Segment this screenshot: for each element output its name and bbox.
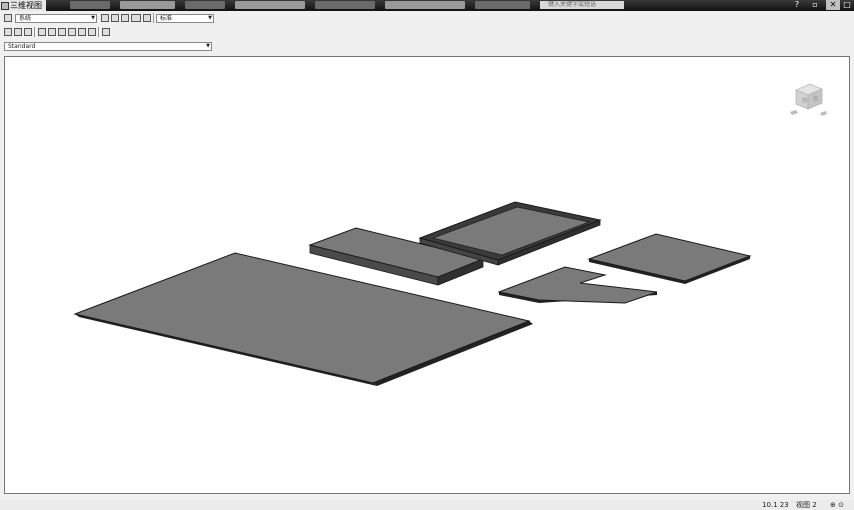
visual-style-combo[interactable]: Standard ▼	[4, 42, 212, 51]
taskbar-slot[interactable]	[70, 1, 110, 9]
chevron-down-icon: ▼	[206, 43, 210, 49]
slab-square[interactable]	[587, 233, 752, 284]
chevron-down-icon: ▼	[91, 15, 95, 21]
rotate-icon[interactable]	[101, 14, 109, 22]
model-canvas	[73, 201, 752, 386]
export-icon[interactable]	[24, 28, 32, 36]
toolbar-row-2	[0, 26, 854, 39]
title-bar: 三维视图 键入关键字或短语 ? ▫ ✕ □	[0, 0, 854, 11]
save-icon[interactable]	[4, 14, 12, 22]
copy-view-icon[interactable]	[14, 28, 22, 36]
zoom-previous-icon[interactable]	[78, 28, 86, 36]
status-bar: 10.1 23 视图 2 ⊕ ⊙	[0, 500, 854, 510]
viewcube-icon[interactable]: 前 右	[788, 80, 828, 120]
coordinate-readout: 10.1 23	[762, 501, 789, 509]
zoom-all-icon[interactable]	[88, 28, 96, 36]
app-icon	[1, 2, 9, 10]
orbit-icon[interactable]	[102, 28, 110, 36]
toolbar-row-3: Standard ▼	[0, 40, 854, 53]
zoom-extents-icon[interactable]	[68, 28, 76, 36]
zoom-icon[interactable]	[111, 14, 119, 22]
window-title: 三维视图	[10, 1, 42, 10]
system-combo-value: 系统	[19, 15, 32, 22]
separator	[153, 13, 154, 23]
toolbar-row-1: 系统 ▼ 标准 ▼	[0, 12, 854, 25]
taskbar-slot[interactable]	[475, 1, 530, 9]
3d-viewport[interactable]	[4, 56, 850, 494]
style-combo-top-value: 标准	[160, 15, 173, 22]
system-combo[interactable]: 系统 ▼	[15, 14, 97, 23]
zoom-out-icon[interactable]	[48, 28, 56, 36]
new-view-icon[interactable]	[4, 28, 12, 36]
visual-style-value: Standard	[8, 43, 36, 50]
taskbar-slot[interactable]	[120, 1, 175, 9]
taskbar-slot[interactable]	[185, 1, 225, 9]
style-combo-top[interactable]: 标准 ▼	[156, 14, 214, 23]
taskbar-slot[interactable]	[235, 1, 305, 9]
zoom-window-icon[interactable]	[58, 28, 66, 36]
svg-text:右: 右	[813, 95, 818, 102]
separator	[34, 27, 35, 37]
taskbar-slot[interactable]	[385, 1, 465, 9]
chevron-down-icon: ▼	[208, 15, 212, 21]
minimize-icon[interactable]: ▫	[808, 0, 822, 10]
render-icon[interactable]	[143, 14, 151, 22]
app-title: 三维视图	[0, 0, 46, 11]
separator	[98, 27, 99, 37]
search-input[interactable]: 键入关键字或短语	[540, 1, 624, 9]
slab-l-shape[interactable]	[497, 266, 658, 304]
close-icon[interactable]: ✕	[826, 0, 840, 10]
svg-text:前: 前	[802, 97, 807, 104]
zoom-controls[interactable]: ⊕ ⊙	[830, 501, 844, 509]
pan-icon[interactable]	[121, 14, 129, 22]
view-scale[interactable]: 视图 2	[796, 501, 817, 509]
taskbar-slot[interactable]	[315, 1, 375, 9]
view-icon[interactable]	[131, 14, 141, 22]
help-icon[interactable]: ?	[790, 0, 804, 10]
restore-icon[interactable]: □	[840, 0, 854, 10]
zoom-in-icon[interactable]	[38, 28, 46, 36]
